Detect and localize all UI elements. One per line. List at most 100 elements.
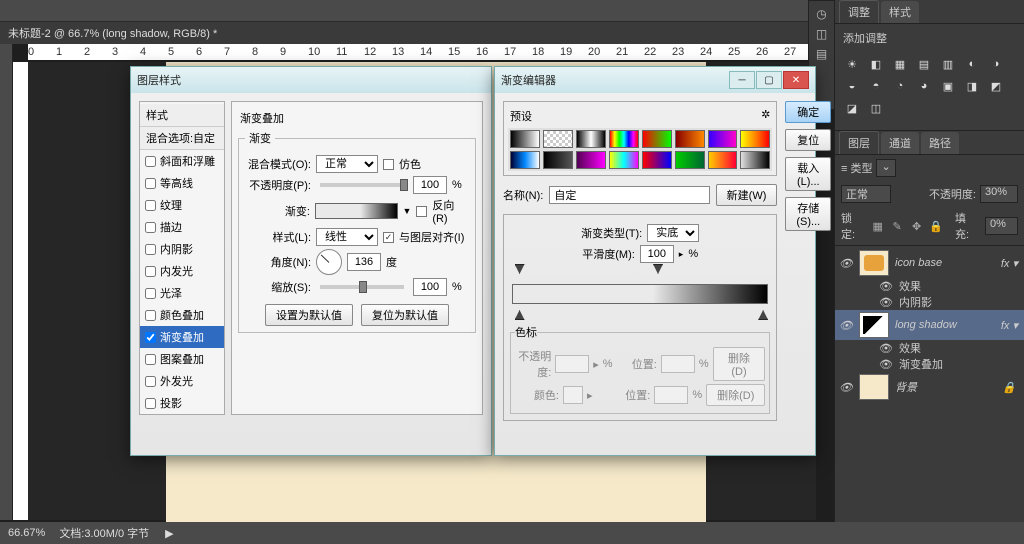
lock-paint-icon[interactable]: ✎ [890, 220, 903, 233]
delete-color-stop-button[interactable]: 删除(D) [706, 384, 765, 406]
color-stop[interactable] [515, 310, 525, 320]
gradient-preset[interactable] [510, 151, 540, 169]
gradient-preset[interactable] [609, 130, 639, 148]
scale-slider[interactable] [320, 285, 404, 289]
stop-opacity-input[interactable] [555, 355, 589, 373]
layer-effect[interactable]: 👁效果 [835, 340, 1024, 356]
gradient-preset[interactable] [740, 151, 770, 169]
adjustment-icon[interactable]: ◓ [867, 78, 885, 94]
scale-input[interactable] [413, 278, 447, 296]
ok-button[interactable]: 确定 [785, 101, 831, 123]
layer-effect[interactable]: 👁内阴影 [835, 294, 1024, 310]
adjustment-icon[interactable]: ◑ [987, 56, 1005, 72]
opacity-slider[interactable] [320, 183, 404, 187]
visibility-icon[interactable]: 👁 [839, 381, 853, 394]
blend-options-header[interactable]: 混合选项:自定 [140, 127, 224, 150]
history-icon[interactable]: ◷ [816, 7, 826, 21]
visibility-icon[interactable]: 👁 [839, 319, 853, 332]
style-option[interactable]: 外发光 [140, 370, 224, 392]
tab-layers[interactable]: 图层 [839, 131, 879, 154]
adjustment-icon[interactable]: ▣ [939, 78, 957, 94]
gradient-preset[interactable] [642, 130, 672, 148]
swatch-icon[interactable]: ◫ [816, 27, 827, 41]
tab-paths[interactable]: 路径 [921, 132, 959, 154]
tab-channels[interactable]: 通道 [881, 132, 919, 154]
styles-header[interactable]: 样式 [140, 104, 224, 127]
gradient-swatch[interactable] [315, 203, 398, 219]
delete-stop-button[interactable]: 删除(D) [713, 347, 766, 381]
adjustment-icon[interactable]: ◕ [915, 78, 933, 94]
gradient-preset[interactable] [543, 151, 573, 169]
adjustment-icon[interactable]: ▥ [939, 56, 957, 72]
new-button[interactable]: 新建(W) [716, 184, 778, 206]
stop-color-location-input[interactable] [654, 386, 688, 404]
adjustment-icon[interactable]: ◒ [843, 78, 861, 94]
chevron-right-icon[interactable]: ▶ [165, 527, 173, 540]
gradient-preset[interactable] [576, 130, 606, 148]
style-option[interactable]: 内阴影 [140, 238, 224, 260]
angle-input[interactable] [347, 253, 381, 271]
opacity-stop[interactable] [653, 264, 663, 274]
angle-dial[interactable] [316, 249, 342, 275]
adjustment-icon[interactable]: ▦ [891, 56, 909, 72]
style-option[interactable]: 等高线 [140, 172, 224, 194]
adjustment-icon[interactable]: ◐ [963, 56, 981, 72]
lock-position-icon[interactable]: ✥ [910, 220, 923, 233]
adjustment-icon[interactable]: ◩ [987, 78, 1005, 94]
smoothness-input[interactable] [640, 245, 674, 263]
align-checkbox[interactable] [383, 232, 394, 243]
layer-effect[interactable]: 👁渐变叠加 [835, 356, 1024, 372]
gradient-preset[interactable] [675, 151, 705, 169]
adjustment-icon[interactable]: ◪ [843, 100, 861, 116]
actions-icon[interactable]: ▤ [816, 47, 827, 61]
minimize-button[interactable]: ─ [729, 71, 755, 89]
blend-mode-select[interactable]: 正常 [841, 185, 891, 203]
gradient-preset[interactable] [543, 130, 573, 148]
tab-adjustments[interactable]: 调整 [839, 0, 879, 23]
tab-styles[interactable]: 样式 [881, 1, 919, 23]
layer-row[interactable]: 👁背景🔒 [835, 372, 1024, 402]
stop-color-swatch[interactable] [563, 386, 583, 404]
name-input[interactable] [549, 186, 709, 204]
zoom-level[interactable]: 66.67% [8, 527, 45, 539]
style-option[interactable]: 斜面和浮雕 [140, 150, 224, 172]
style-option[interactable]: 内发光 [140, 260, 224, 282]
adjustment-icon[interactable]: ◔ [891, 78, 909, 94]
layer-row[interactable]: 👁long shadowfx ▾ [835, 310, 1024, 340]
style-option[interactable]: 渐变叠加 [140, 326, 224, 348]
gradient-preset[interactable] [609, 151, 639, 169]
save-button[interactable]: 存储(S)... [785, 197, 831, 231]
reverse-checkbox[interactable] [416, 206, 427, 217]
reset-default-button[interactable]: 复位为默认值 [361, 304, 449, 326]
adjustment-icon[interactable]: ☀ [843, 56, 861, 72]
style-option[interactable]: 图案叠加 [140, 348, 224, 370]
fill-value[interactable]: 0% [985, 217, 1018, 235]
lock-pixels-icon[interactable]: ▦ [871, 220, 884, 233]
dialog-titlebar[interactable]: 渐变编辑器 ─ ▢ ✕ [495, 67, 815, 93]
opacity-input[interactable] [413, 176, 447, 194]
layer-effect[interactable]: 👁效果 [835, 278, 1024, 294]
cancel-button[interactable]: 复位 [785, 129, 831, 151]
gradient-preset[interactable] [708, 151, 738, 169]
adjustment-icon[interactable]: ◫ [867, 100, 885, 116]
gradient-preset[interactable] [642, 151, 672, 169]
style-combo[interactable]: 线性 [316, 228, 378, 246]
dither-checkbox[interactable] [383, 159, 394, 170]
document-tab[interactable]: 未标题-2 @ 66.7% (long shadow, RGB/8) * [8, 25, 217, 41]
make-default-button[interactable]: 设置为默认值 [265, 304, 353, 326]
gear-icon[interactable]: ✲ [761, 108, 770, 124]
dialog-titlebar[interactable]: 图层样式 [131, 67, 491, 93]
style-option[interactable]: 纹理 [140, 194, 224, 216]
type-combo[interactable]: 实底 [647, 224, 699, 242]
style-option[interactable]: 投影 [140, 392, 224, 414]
gradient-preset[interactable] [576, 151, 606, 169]
gradient-preset[interactable] [675, 130, 705, 148]
style-option[interactable]: 光泽 [140, 282, 224, 304]
gradient-preset[interactable] [740, 130, 770, 148]
toolbox[interactable] [0, 44, 13, 520]
gradient-bar[interactable] [512, 284, 768, 304]
lock-all-icon[interactable]: 🔒 [929, 220, 943, 233]
maximize-button[interactable]: ▢ [756, 71, 782, 89]
adjustment-icon[interactable]: ◧ [867, 56, 885, 72]
blend-mode-combo[interactable]: 正常 [316, 155, 378, 173]
